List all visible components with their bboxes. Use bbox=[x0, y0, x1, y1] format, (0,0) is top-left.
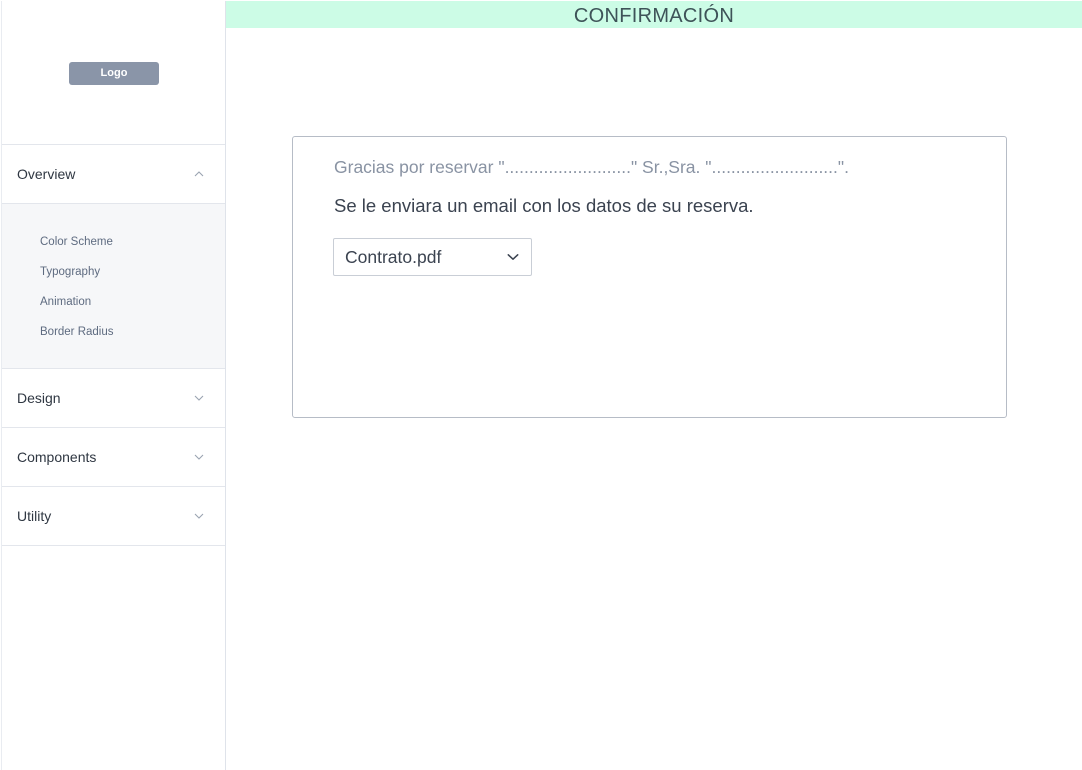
thanks-message: Gracias por reservar "..................… bbox=[334, 157, 849, 177]
sidebar-section-overview[interactable]: Overview bbox=[2, 145, 225, 204]
overview-submenu: Color Scheme Typography Animation Border… bbox=[2, 204, 225, 369]
sidebar-section-label: Components bbox=[17, 449, 97, 465]
chevron-down-icon bbox=[193, 510, 205, 522]
sidebar-item-border-radius[interactable]: Border Radius bbox=[40, 320, 225, 350]
sidebar-section-design[interactable]: Design bbox=[2, 369, 225, 428]
chevron-down-icon bbox=[507, 251, 519, 263]
chevron-down-icon bbox=[193, 392, 205, 404]
sidebar-section-label: Overview bbox=[17, 166, 76, 182]
sidebar-section-label: Design bbox=[17, 390, 61, 406]
sidebar-item-typography[interactable]: Typography bbox=[40, 260, 225, 290]
chevron-up-icon bbox=[193, 168, 205, 180]
confirmation-card: Gracias por reservar "..................… bbox=[292, 136, 1007, 418]
app-root: Logo Overview Color Scheme Typography An… bbox=[0, 0, 1082, 770]
sidebar-section-utility[interactable]: Utility bbox=[2, 487, 225, 546]
document-select-value: Contrato.pdf bbox=[345, 246, 442, 267]
sidebar-section-label: Utility bbox=[17, 508, 52, 524]
sidebar: Logo Overview Color Scheme Typography An… bbox=[1, 1, 226, 770]
logo-area: Logo bbox=[2, 1, 225, 145]
sidebar-section-components[interactable]: Components bbox=[2, 428, 225, 487]
sidebar-item-animation[interactable]: Animation bbox=[40, 290, 225, 320]
logo-button[interactable]: Logo bbox=[69, 62, 159, 85]
chevron-down-icon bbox=[193, 451, 205, 463]
page-title: CONFIRMACIÓN bbox=[226, 1, 1082, 28]
sidebar-item-color-scheme[interactable]: Color Scheme bbox=[40, 230, 225, 260]
document-select[interactable]: Contrato.pdf bbox=[333, 238, 532, 276]
email-notice: Se le enviara un email con los datos de … bbox=[334, 195, 754, 216]
